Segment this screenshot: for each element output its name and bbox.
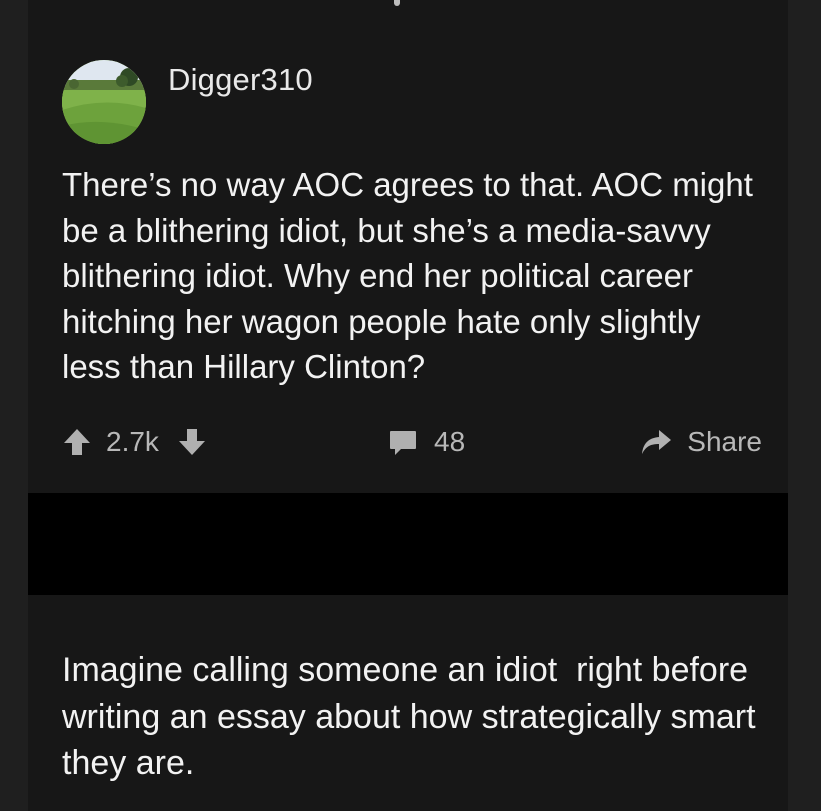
share-label: Share [687, 426, 762, 457]
comment-action-bar: 2.7k 48 Share [62, 418, 762, 466]
comment-count: 48 [434, 426, 466, 457]
upvote-arrow-icon[interactable] [62, 427, 92, 457]
section-divider [28, 493, 788, 595]
reply-body: Imagine calling someone an idiot right b… [62, 651, 765, 782]
comment-bubble-icon [388, 427, 418, 457]
golf-course-avatar-image [62, 60, 146, 144]
share-arrow-icon [639, 427, 673, 457]
share-button[interactable]: Share [639, 418, 762, 466]
comment-body: There’s no way AOC agrees to that. AOC m… [62, 166, 753, 385]
reply-card: Imagine calling someone an idiot right b… [28, 595, 788, 811]
screenshot-page: Digger310 There’s no way AOC agrees to t… [0, 0, 821, 811]
comment-thread: Digger310 There’s no way AOC agrees to t… [28, 0, 788, 811]
username[interactable]: Digger310 [168, 60, 313, 100]
vote-controls: 2.7k [62, 418, 207, 466]
comments-button[interactable]: 48 [388, 418, 465, 466]
vote-score: 2.7k [106, 426, 159, 457]
downvote-arrow-icon[interactable] [177, 427, 207, 457]
comment-card: Digger310 There’s no way AOC agrees to t… [28, 0, 788, 493]
user-avatar[interactable] [62, 60, 146, 144]
cut-off-text-fragment [394, 0, 404, 8]
